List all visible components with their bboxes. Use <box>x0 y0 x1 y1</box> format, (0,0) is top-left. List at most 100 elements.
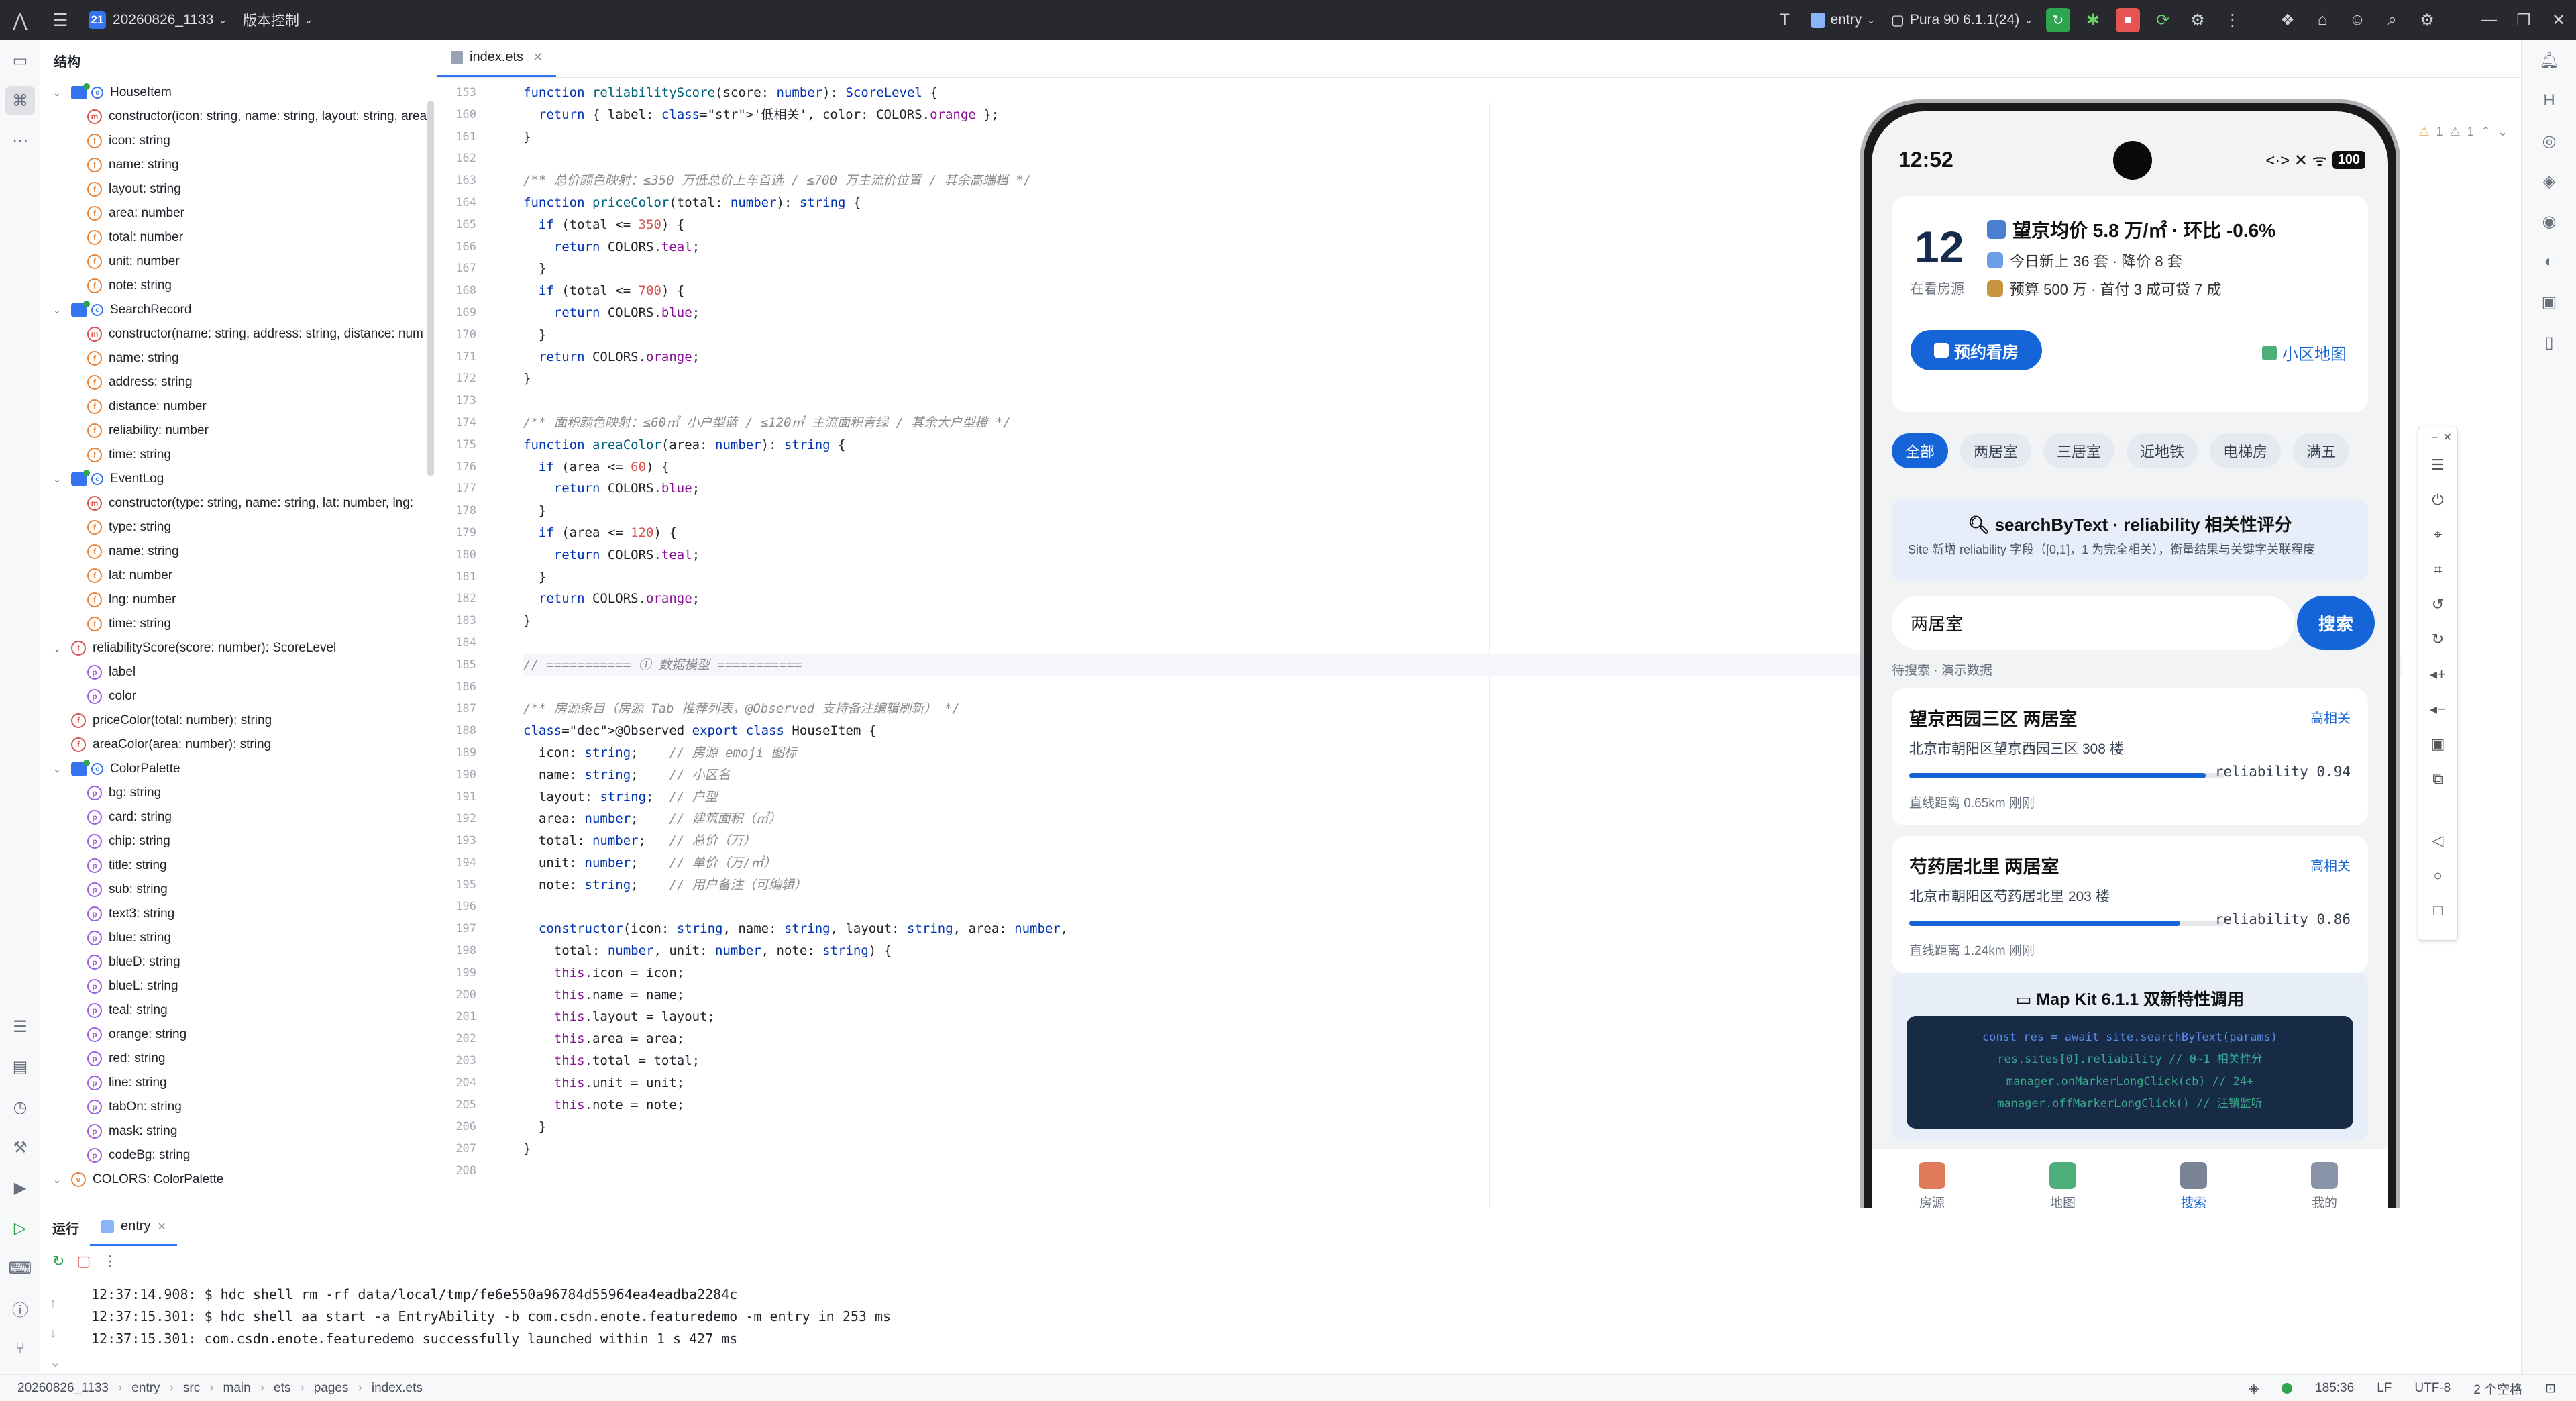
debug-button[interactable]: ✱ <box>2076 0 2110 40</box>
filter-chip[interactable]: 满五 <box>2293 433 2350 468</box>
run-console[interactable]: 12:37:14.908: $ hdc shell rm -rf data/lo… <box>91 1284 891 1350</box>
structure-item[interactable]: f name: string <box>40 346 437 370</box>
filter-chip[interactable]: 近地铁 <box>2127 433 2198 468</box>
chevron-up-icon[interactable]: ⌃ <box>2481 125 2491 139</box>
structure-item[interactable]: p card: string <box>40 805 437 829</box>
breadcrumb-item[interactable]: entry <box>131 1381 160 1396</box>
restore-button[interactable]: ❐ <box>2506 0 2541 40</box>
chevron-down-icon[interactable]: ⌄ <box>50 474 64 485</box>
structure-item[interactable]: m constructor(icon: string, name: string,… <box>40 105 437 129</box>
emu-volume-down-icon[interactable]: ◂− <box>2418 692 2457 727</box>
structure-item[interactable]: f unit: number <box>40 250 437 274</box>
chevron-down-icon[interactable]: ⌄ <box>50 643 64 654</box>
emu-home-icon[interactable]: ○ <box>2418 858 2457 893</box>
services-icon[interactable]: ▶ <box>0 1168 40 1208</box>
apply-changes-button[interactable]: ⟳ <box>2145 0 2180 40</box>
scroll-end-icon[interactable]: ⌄ <box>50 1348 61 1378</box>
structure-item[interactable]: f icon: string <box>40 129 437 153</box>
filter-chip[interactable]: 三居室 <box>2043 433 2115 468</box>
close-window-button[interactable]: ✕ <box>2541 0 2576 40</box>
result-card[interactable]: 芍药居北里 两居室 高相关 北京市朝阳区芍药居北里 203 楼 reliability… <box>1892 836 2368 973</box>
database-icon[interactable]: ◉ <box>2522 201 2576 242</box>
stop-button[interactable]: ■ <box>2110 0 2145 40</box>
chevron-down-icon[interactable]: ⌄ <box>50 87 64 99</box>
rerun-icon[interactable]: ↻ <box>52 1253 64 1270</box>
emu-recent-icon[interactable]: □ <box>2418 893 2457 928</box>
structure-item[interactable]: ⌄ c ColorPalette <box>40 757 437 781</box>
structure-item[interactable]: f note: string <box>40 274 437 298</box>
structure-item[interactable]: f layout: string <box>40 177 437 201</box>
structure-item[interactable]: p line: string <box>40 1071 437 1095</box>
structure-scrollbar[interactable] <box>427 101 434 476</box>
structure-item[interactable]: p label <box>40 660 437 684</box>
more-actions-button[interactable]: ⋮ <box>2215 0 2250 40</box>
inspection-widget[interactable]: ⚠ 1 ⚠ 1 ⌃ ⌄ <box>2419 125 2508 139</box>
git-icon[interactable]: ⑂ <box>0 1329 40 1369</box>
structure-view-icon[interactable]: ⌘ <box>5 86 35 115</box>
emu-fold-icon[interactable]: ▣ <box>2418 727 2457 762</box>
more-vertical-icon[interactable]: ⋮ <box>103 1253 117 1270</box>
device-selector[interactable]: ▢ Pura 90 6.1.1(24) ⌄ <box>1883 0 2041 40</box>
minimize-button[interactable]: — <box>2471 0 2506 40</box>
run-config-selector[interactable]: entry ⌄ <box>1803 0 1883 40</box>
structure-item[interactable]: m constructor(type: string, name: string,… <box>40 491 437 515</box>
chevron-down-icon[interactable]: ⌄ <box>50 305 64 316</box>
search-button[interactable]: ⌕ <box>2375 0 2410 40</box>
structure-item[interactable]: p mask: string <box>40 1119 437 1143</box>
line-separator[interactable]: LF <box>2377 1381 2392 1396</box>
structure-item[interactable]: p orange: string <box>40 1023 437 1047</box>
structure-item[interactable]: p codeBg: string <box>40 1143 437 1168</box>
structure-item[interactable]: f distance: number <box>40 395 437 419</box>
project-view-icon[interactable]: ▭ <box>0 40 40 81</box>
close-icon[interactable]: ✕ <box>2443 431 2452 444</box>
profiler-icon[interactable]: ◷ <box>0 1087 40 1127</box>
lock-icon[interactable]: ⊡ <box>2545 1381 2556 1396</box>
vcs-menu[interactable]: 版本控制 ⌄ <box>235 0 321 40</box>
device-mirror-icon[interactable]: ▯ <box>2522 322 2576 362</box>
structure-item[interactable]: p chip: string <box>40 829 437 853</box>
minimize-icon[interactable]: – <box>2432 431 2438 444</box>
structure-item[interactable]: f lat: number <box>40 564 437 588</box>
hvigor-icon[interactable]: H <box>2522 81 2576 121</box>
structure-item[interactable]: f name: string <box>40 539 437 564</box>
sdk-button[interactable]: ❖ <box>2270 0 2305 40</box>
emu-screenshot-icon[interactable]: ⌗ <box>2418 552 2457 587</box>
filter-chip[interactable]: 两居室 <box>1960 433 2032 468</box>
structure-item[interactable]: ⌄ f reliabilityScore(score: number): Score… <box>40 636 437 660</box>
profiler-button[interactable]: ⚙ <box>2180 0 2215 40</box>
breadcrumb-item[interactable]: 20260826_1133 <box>17 1381 109 1396</box>
arrow-down-icon[interactable]: ↓ <box>50 1318 61 1348</box>
chevron-down-icon[interactable]: ⌄ <box>50 764 64 775</box>
search-button[interactable]: 搜索 <box>2297 596 2375 650</box>
tab-index-ets[interactable]: index.ets ✕ <box>437 40 557 77</box>
structure-item[interactable]: f areaColor(area: number): string <box>40 733 437 757</box>
structure-item[interactable]: p blue: string <box>40 926 437 950</box>
nav-tab[interactable]: 房源 <box>1892 1162 1972 1211</box>
structure-item[interactable]: ⌄ c SearchRecord <box>40 298 437 322</box>
emu-copy-icon[interactable]: ⧉ <box>2418 762 2457 796</box>
device-file-icon[interactable]: ▣ <box>2522 282 2576 322</box>
nav-tab[interactable]: 地图 <box>2023 1162 2103 1211</box>
emu-rotate-right-icon[interactable]: ↻ <box>2418 622 2457 657</box>
account-button[interactable]: ☺ <box>2340 0 2375 40</box>
arrow-up-icon[interactable]: ↑ <box>50 1289 61 1318</box>
close-tab-icon[interactable]: ✕ <box>157 1220 166 1233</box>
log-icon[interactable]: ▤ <box>0 1047 40 1087</box>
breadcrumb-item[interactable]: index.ets <box>372 1381 423 1396</box>
terminal-icon[interactable]: ⌨ <box>0 1248 40 1288</box>
structure-item[interactable]: f lng: number <box>40 588 437 612</box>
book-viewing-button[interactable]: 预约看房 <box>1911 330 2042 370</box>
device-manager-button[interactable]: ⌂ <box>2305 0 2340 40</box>
previewer-icon[interactable]: ◈ <box>2522 161 2576 201</box>
structure-item[interactable]: f time: string <box>40 612 437 636</box>
chevron-down-icon[interactable]: ⌄ <box>2498 125 2508 139</box>
breadcrumb-item[interactable]: pages <box>314 1381 349 1396</box>
ai-assistant-icon[interactable]: ◎ <box>2522 121 2576 161</box>
more-tools-icon[interactable]: ⋯ <box>0 121 40 161</box>
ai-status-icon[interactable]: ◈ <box>2249 1381 2259 1396</box>
structure-item[interactable]: ⌄ c HouseItem <box>40 81 437 105</box>
structure-item[interactable]: p blueL: string <box>40 974 437 998</box>
breadcrumb-item[interactable]: ets <box>274 1381 290 1396</box>
structure-item[interactable]: p tabOn: string <box>40 1095 437 1119</box>
main-menu-icon[interactable]: ☰ <box>40 0 80 40</box>
